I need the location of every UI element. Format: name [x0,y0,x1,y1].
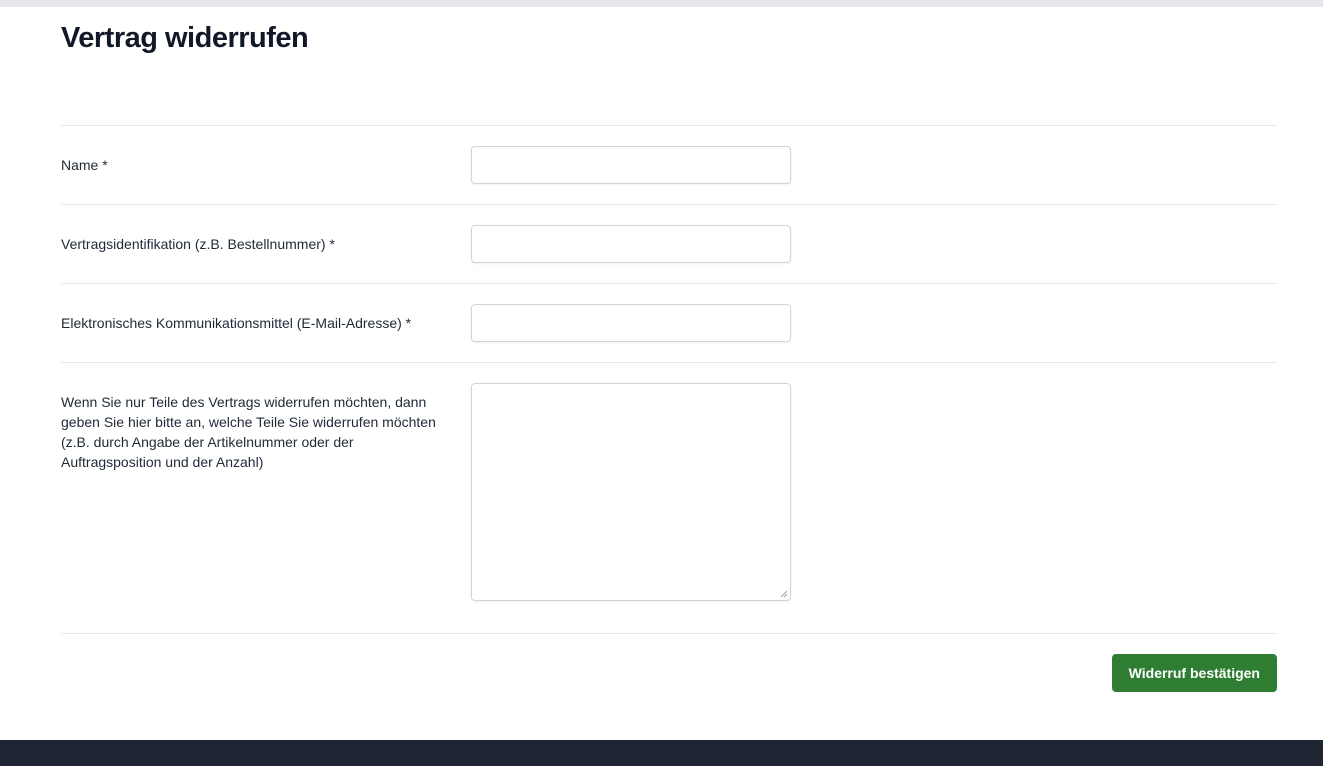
email-input[interactable] [471,304,791,342]
partial-withdrawal-label: Wenn Sie nur Teile des Vertrags widerruf… [61,394,436,470]
top-bar [0,0,1323,7]
form-row-contract-id: Vertragsidentifikation (z.B. Bestellnumm… [61,204,1277,283]
email-label: Elektronisches Kommunikationsmittel (E-M… [61,315,412,331]
withdrawal-form: Name * Vertragsidentifikation (z.B. Best… [61,125,1277,694]
name-label: Name * [61,157,108,173]
name-input[interactable] [471,146,791,184]
form-row-email: Elektronisches Kommunikationsmittel (E-M… [61,283,1277,362]
resize-handle-icon[interactable] [780,590,788,598]
form-actions: Widerruf bestätigen [61,633,1277,694]
page-title: Vertrag widerrufen [61,22,309,54]
contract-id-label: Vertragsidentifikation (z.B. Bestellnumm… [61,236,335,252]
contract-id-input[interactable] [471,225,791,263]
footer [0,740,1323,766]
form-row-name: Name * [61,125,1277,204]
form-row-partial-withdrawal: Wenn Sie nur Teile des Vertrags widerruf… [61,362,1277,633]
partial-withdrawal-textarea[interactable] [471,383,791,601]
confirm-withdrawal-button[interactable]: Widerruf bestätigen [1111,654,1277,692]
